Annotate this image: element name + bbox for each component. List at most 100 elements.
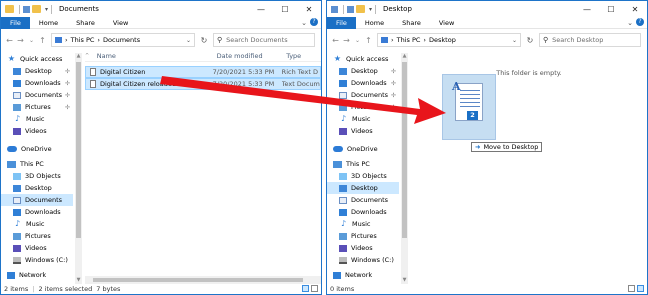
refresh-icon[interactable]: ↻	[197, 33, 211, 47]
new-folder-icon[interactable]	[356, 5, 365, 13]
sidebar-item[interactable]: Videos	[1, 125, 73, 137]
sidebar-item[interactable]: ♪ Music	[327, 113, 399, 125]
tab-file[interactable]: File	[327, 16, 356, 29]
sidebar-item[interactable]: This PC	[1, 158, 73, 170]
close-button[interactable]: ✕	[623, 1, 647, 17]
help-icon[interactable]: ?	[636, 18, 644, 26]
sidebar-item[interactable]: OneDrive	[327, 143, 399, 155]
sidebar-item[interactable]: ★ Quick access	[327, 53, 399, 65]
properties-icon[interactable]	[347, 5, 354, 13]
scrollbar-thumb[interactable]	[93, 278, 303, 282]
sidebar-item[interactable]: Videos	[327, 125, 399, 137]
refresh-icon[interactable]: ↻	[523, 33, 537, 47]
maximize-button[interactable]: ☐	[599, 1, 623, 17]
scroll-down-icon[interactable]: ▼	[75, 277, 82, 284]
sidebar-item[interactable]: ♪ Music	[1, 218, 73, 230]
sidebar-item[interactable]: Downloads ✢	[1, 77, 73, 89]
sidebar-item[interactable]: OneDrive	[1, 143, 73, 155]
title-bar[interactable]: ▾ Desktop — ☐ ✕	[327, 1, 647, 17]
sidebar-item[interactable]: Network	[1, 269, 73, 281]
scrollbar-thumb[interactable]	[402, 62, 407, 238]
sidebar-item[interactable]: Pictures ✢	[327, 101, 399, 113]
scroll-up-icon[interactable]: ▲	[401, 53, 408, 60]
sidebar-item[interactable]: Documents	[327, 194, 399, 206]
tab-share[interactable]: Share	[67, 17, 104, 29]
close-button[interactable]: ✕	[297, 1, 321, 17]
maximize-button[interactable]: ☐	[273, 1, 297, 17]
details-view-icon[interactable]	[628, 285, 635, 292]
search-box[interactable]: ⚲ Search Documents	[213, 33, 315, 47]
forward-arrow-icon[interactable]: →	[341, 36, 352, 45]
new-folder-icon[interactable]	[32, 5, 41, 13]
sidebar-item[interactable]: Videos	[1, 242, 73, 254]
up-arrow-icon[interactable]: ↑	[37, 36, 48, 45]
large-icons-view-icon[interactable]	[311, 285, 318, 292]
sidebar-item[interactable]: Documents	[1, 194, 73, 206]
help-icon[interactable]: ?	[310, 18, 318, 26]
file-row[interactable]: Digital Citizen reloaded 7/20/2021 5:33 …	[85, 78, 321, 90]
sidebar-item[interactable]: Documents ✢	[1, 89, 73, 101]
tab-share[interactable]: Share	[393, 17, 430, 29]
address-dropdown-icon[interactable]: ⌄	[512, 37, 517, 44]
tab-view[interactable]: View	[430, 17, 463, 29]
expand-ribbon-icon[interactable]: ⌄	[627, 19, 633, 27]
breadcrumb-this-pc[interactable]: This PC	[397, 36, 421, 44]
sidebar-item[interactable]: Desktop	[327, 182, 399, 194]
search-box[interactable]: ⚲ Search Desktop	[539, 33, 641, 47]
breadcrumb-this-pc[interactable]: This PC	[71, 36, 95, 44]
scrollbar-thumb[interactable]	[76, 62, 81, 238]
address-bar[interactable]: › This PC › Documents ⌄	[51, 33, 195, 47]
sidebar-item[interactable]: Windows (C:)	[327, 254, 399, 266]
sidebar-item[interactable]: Pictures ✢	[1, 101, 73, 113]
minimize-button[interactable]: —	[575, 1, 599, 17]
sidebar-item[interactable]: Pictures	[327, 230, 399, 242]
sidebar-item[interactable]: Downloads	[1, 206, 73, 218]
sidebar-item[interactable]: ★ Quick access	[1, 53, 73, 65]
tab-file[interactable]: File	[1, 16, 30, 29]
minimize-button[interactable]: —	[249, 1, 273, 17]
address-dropdown-icon[interactable]: ⌄	[186, 37, 191, 44]
address-bar[interactable]: › This PC › Desktop ⌄	[377, 33, 521, 47]
column-type[interactable]: Type	[282, 52, 321, 60]
sidebar-item[interactable]: Desktop	[1, 182, 73, 194]
sidebar-item[interactable]: 3D Objects	[1, 170, 73, 182]
sidebar-item[interactable]: This PC	[327, 158, 399, 170]
tab-view[interactable]: View	[104, 17, 137, 29]
navigation-scrollbar[interactable]: ▲ ▼	[401, 53, 408, 284]
sidebar-item[interactable]: Downloads ✢	[327, 77, 399, 89]
scroll-up-icon[interactable]: ▲	[75, 53, 82, 60]
navigation-scrollbar[interactable]: ▲ ▼	[75, 53, 82, 284]
sidebar-item[interactable]: Desktop ✢	[1, 65, 73, 77]
sidebar-item[interactable]: Downloads	[327, 206, 399, 218]
sidebar-item[interactable]: ♪ Music	[327, 218, 399, 230]
forward-arrow-icon[interactable]: →	[15, 36, 26, 45]
tab-home[interactable]: Home	[356, 17, 393, 29]
sidebar-item[interactable]: ♪ Music	[1, 113, 73, 125]
sidebar-item[interactable]: Desktop ✢	[327, 65, 399, 77]
sidebar-item[interactable]: 3D Objects	[327, 170, 399, 182]
large-icons-view-icon[interactable]	[637, 285, 644, 292]
sidebar-item[interactable]: Pictures	[1, 230, 73, 242]
column-name[interactable]: Name	[93, 52, 213, 60]
sidebar-item[interactable]: Windows (C:)	[1, 254, 73, 266]
recent-locations-icon[interactable]: ⌄	[352, 37, 363, 44]
quick-toolbar-dropdown-icon[interactable]: ▾	[369, 6, 372, 13]
back-arrow-icon[interactable]: ←	[330, 36, 341, 45]
sidebar-item[interactable]: Videos	[327, 242, 399, 254]
file-row[interactable]: Digital Citizen 7/20/2021 5:33 PM Rich T…	[85, 66, 321, 78]
horizontal-scrollbar[interactable]	[85, 276, 321, 284]
back-arrow-icon[interactable]: ←	[4, 36, 15, 45]
breadcrumb-documents[interactable]: Documents	[103, 36, 140, 44]
scroll-down-icon[interactable]: ▼	[401, 277, 408, 284]
details-view-icon[interactable]	[302, 285, 309, 292]
sidebar-item[interactable]: Network	[327, 269, 399, 281]
breadcrumb-desktop[interactable]: Desktop	[429, 36, 456, 44]
recent-locations-icon[interactable]: ⌄	[26, 37, 37, 44]
title-bar[interactable]: ▾ Documents — ☐ ✕	[1, 1, 321, 17]
quick-toolbar-dropdown-icon[interactable]: ▾	[45, 6, 48, 13]
sidebar-item[interactable]: Documents ✢	[327, 89, 399, 101]
expand-ribbon-icon[interactable]: ⌄	[301, 19, 307, 27]
up-arrow-icon[interactable]: ↑	[363, 36, 374, 45]
tab-home[interactable]: Home	[30, 17, 67, 29]
column-date[interactable]: Date modified	[213, 52, 283, 60]
